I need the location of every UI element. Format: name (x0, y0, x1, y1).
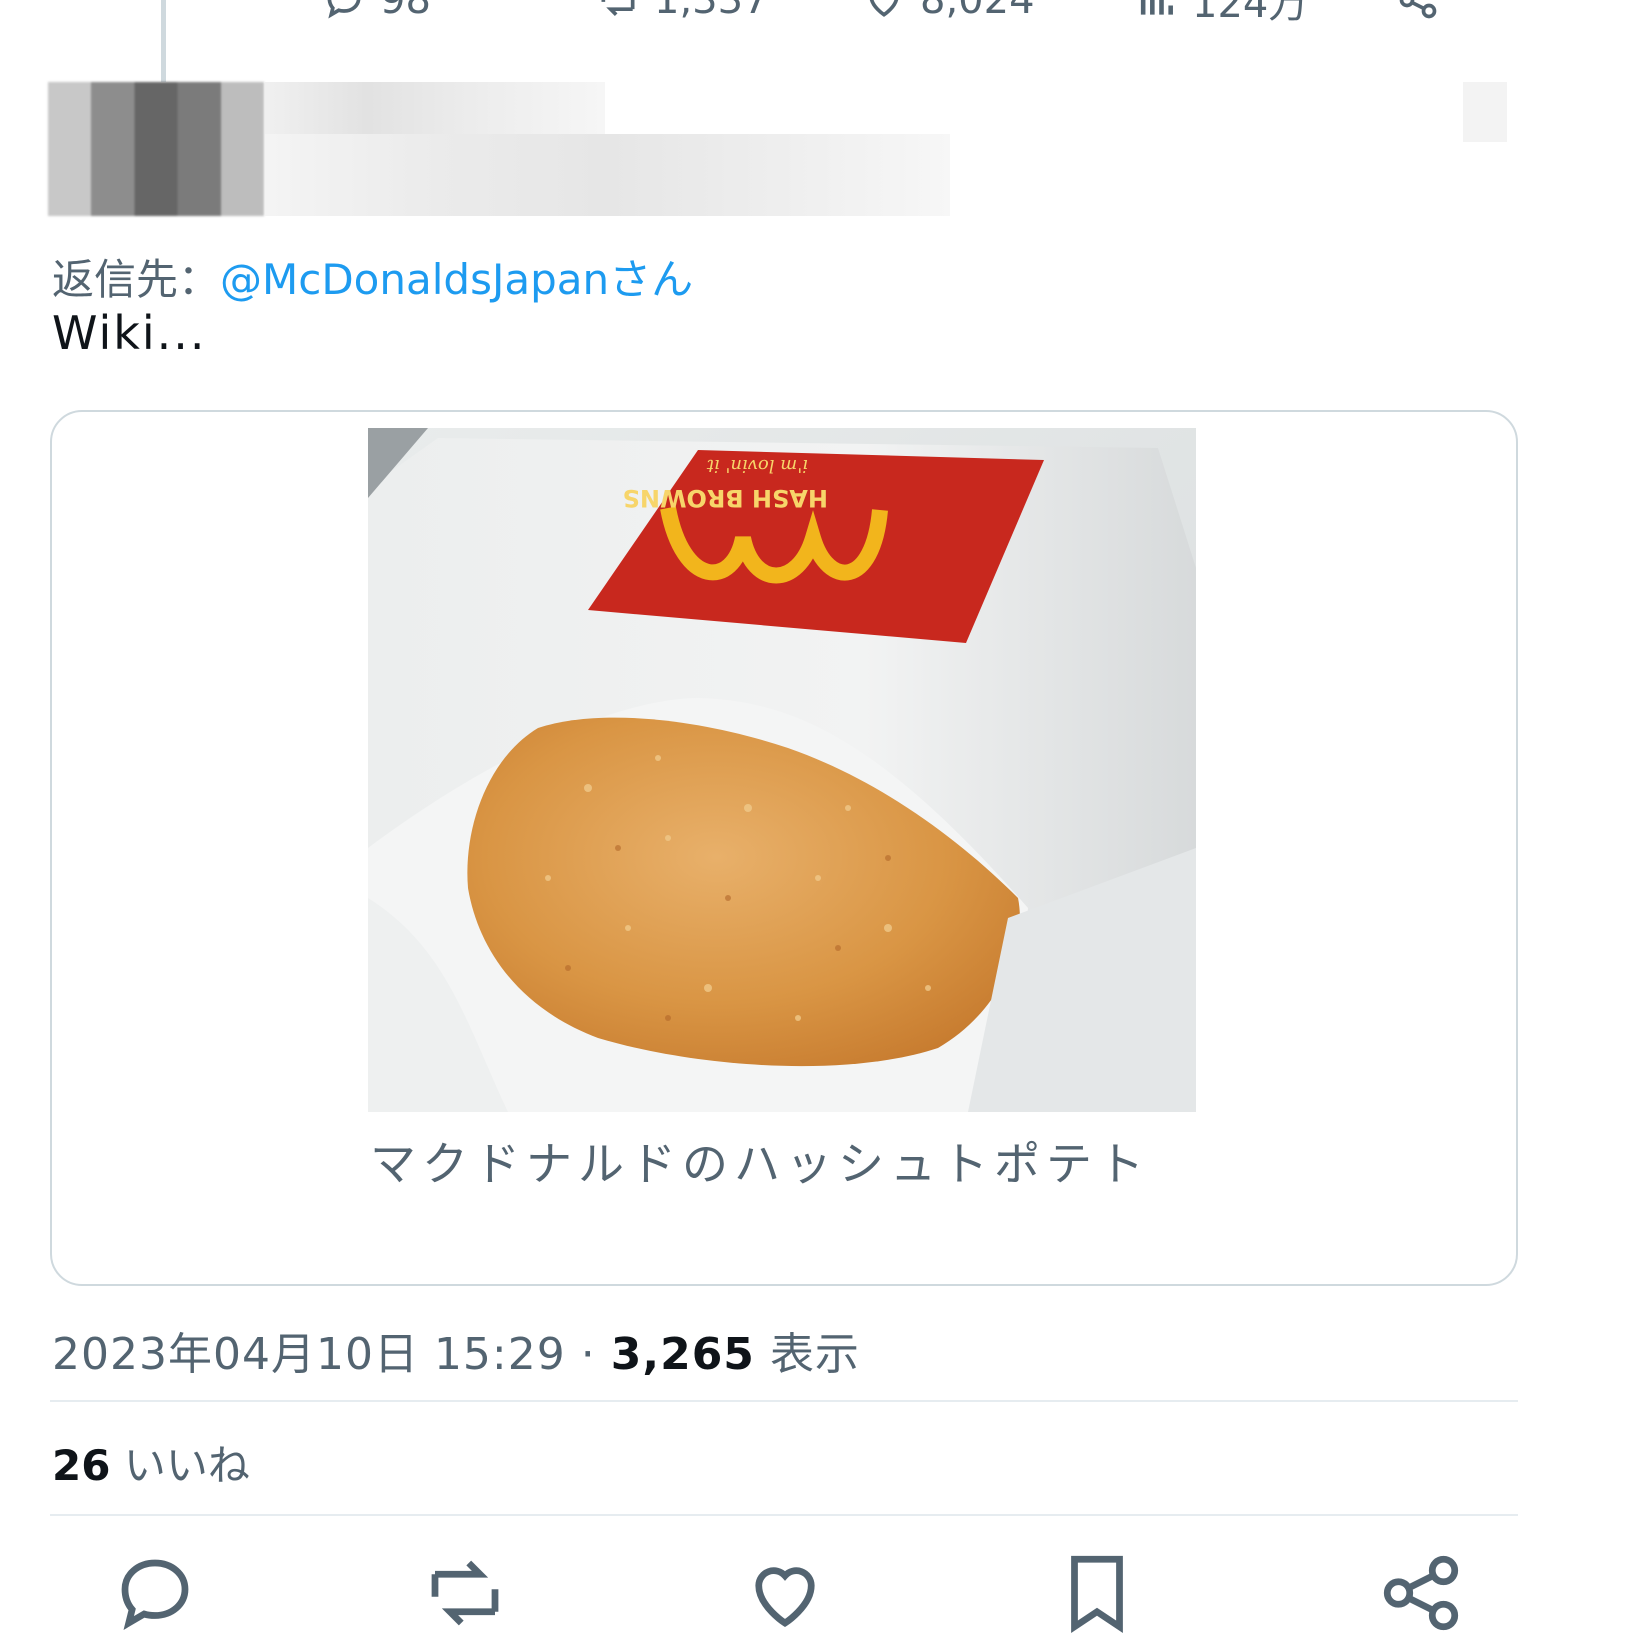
share-icon (1399, 0, 1437, 19)
display-name-pixelated[interactable] (265, 82, 605, 134)
reply-button[interactable] (110, 1548, 200, 1638)
bag-brand-text: HASH BROWNS (623, 484, 828, 512)
views-icon (1140, 0, 1173, 15)
likes-summary-link[interactable]: 26 いいね (52, 1432, 250, 1493)
card-image[interactable]: HASH BROWNS i'm lovin' it (368, 428, 1196, 1112)
like-icon (869, 0, 899, 17)
share-action[interactable] (1396, 0, 1440, 22)
reply-to-prefix: 返信先： (52, 255, 221, 304)
tweet-datetime-link[interactable]: 2023年04月10日 15:29 (52, 1329, 566, 1380)
share-button[interactable] (1376, 1548, 1466, 1638)
views-count: 124万 (1192, 0, 1309, 27)
bookmark-button[interactable] (1052, 1548, 1142, 1638)
reply-action[interactable]: 98 (322, 0, 431, 23)
like-count: 8,024 (920, 0, 1035, 23)
reply-count: 98 (380, 0, 431, 23)
reply-icon (327, 0, 361, 19)
like-icon (755, 1567, 815, 1628)
divider (50, 1514, 1518, 1516)
meta-separator: · (580, 1329, 596, 1380)
likes-count: 26 (52, 1441, 111, 1490)
tweet-text: Wiki... (52, 306, 207, 360)
bookmark-icon (1071, 1555, 1123, 1634)
more-options-pixelated[interactable] (1463, 82, 1507, 142)
retweet-icon (431, 1560, 499, 1626)
like-button[interactable] (740, 1548, 830, 1638)
thread-connector-line (161, 0, 166, 82)
like-action[interactable]: 8,024 (862, 0, 1035, 23)
reply-to-line: 返信先：@McDonaldsJapanさん (52, 246, 693, 307)
card-caption[interactable]: マクドナルドのハッシュトポテト (370, 1134, 1200, 1194)
retweet-button[interactable] (420, 1548, 510, 1638)
views-count: 3,265 (610, 1329, 755, 1380)
views-label: 表示 (769, 1329, 860, 1380)
reply-icon (121, 1559, 189, 1630)
avatar-pixelated[interactable] (48, 82, 264, 216)
share-icon (1383, 1555, 1459, 1631)
retweet-count: 1,337 (654, 0, 769, 23)
views-action[interactable]: 124万 (1134, 0, 1308, 27)
retweet-action[interactable]: 1,337 (596, 0, 769, 23)
username-pixelated (265, 134, 950, 216)
bottom-action-bar (0, 1548, 1644, 1644)
divider (50, 1400, 1518, 1402)
reply-to-handle-link[interactable]: @McDonaldsJapanさん (220, 255, 693, 304)
bag-tagline-text: i'm lovin' it (706, 455, 808, 476)
likes-label: いいね (123, 1441, 250, 1490)
retweet-icon (601, 0, 635, 16)
tweet-meta: 2023年04月10日 15:29 · 3,265 表示 (52, 1318, 860, 1382)
hash-brown-photo: HASH BROWNS i'm lovin' it (368, 428, 1196, 1112)
top-action-bar: 98 1,337 8,024 124万 (0, 0, 1644, 27)
